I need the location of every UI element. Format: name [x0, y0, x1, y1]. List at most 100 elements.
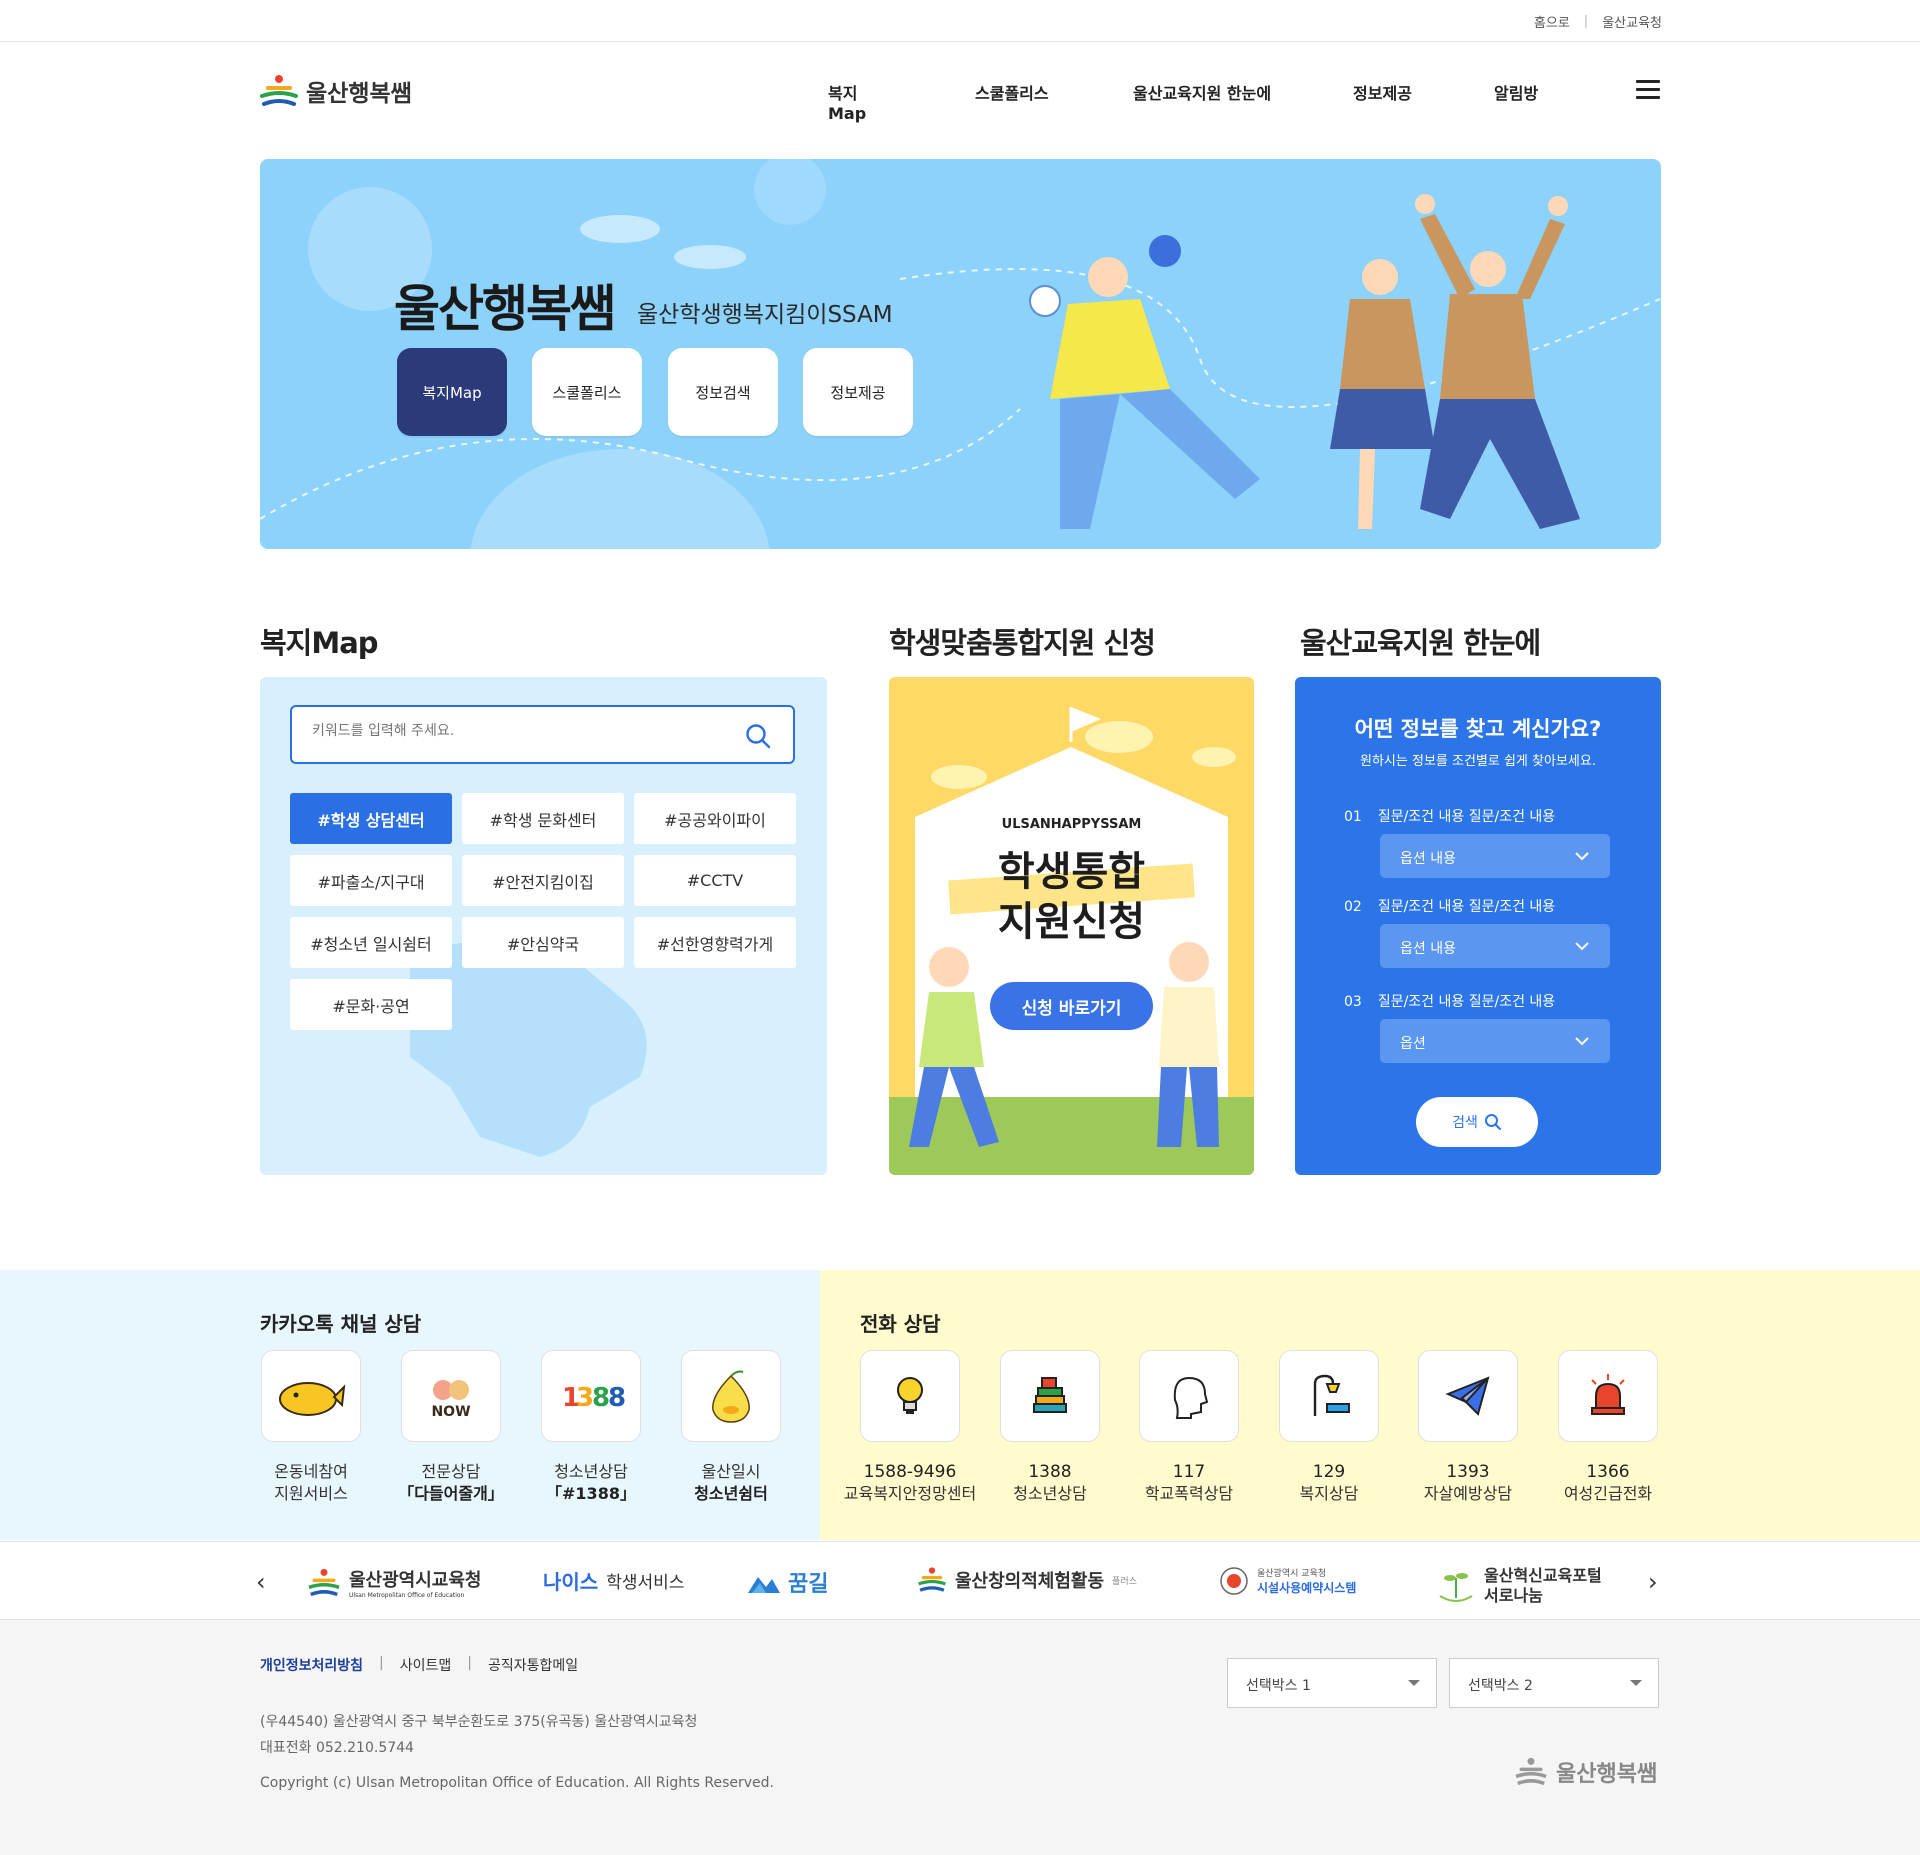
phone-number: 1366	[1586, 1462, 1630, 1482]
nav-support-overview[interactable]: 울산교육지원 한눈에	[1133, 80, 1271, 104]
tag-student-counseling[interactable]: #학생 상담센터	[290, 793, 452, 844]
pear-character-icon[interactable]	[681, 1350, 781, 1442]
tag-good-store[interactable]: #선한영향력가게	[634, 917, 796, 968]
tag-pharmacy[interactable]: #안심약국	[462, 917, 624, 968]
phone-item-6-label: 1366 여성긴급전화	[1533, 1461, 1683, 1505]
tag-police[interactable]: #파출소/지구대	[290, 855, 452, 906]
whale-icon[interactable]	[261, 1350, 361, 1442]
apply-heading-line2: 지원신청	[997, 899, 1146, 945]
phone-number: 1588-9496	[863, 1462, 957, 1482]
finder-select-2[interactable]: 옵션 내용	[1380, 924, 1610, 968]
tag-culture-show[interactable]: #문화·공연	[290, 979, 452, 1030]
tag-public-wifi[interactable]: #공공와이파이	[634, 793, 796, 844]
apply-cta-button[interactable]: 신청 바로가기	[990, 982, 1153, 1030]
row-label: 질문/조건 내용 질문/조건 내용	[1377, 994, 1556, 1010]
partner-creative-activity[interactable]: 울산창의적체험활동 플러스	[917, 1566, 1137, 1594]
official-mail-link[interactable]: 공직자통합메일	[488, 1655, 578, 1675]
1388-logo-icon[interactable]: 1388	[541, 1350, 641, 1442]
select-value: 선택박스 1	[1246, 1678, 1311, 1694]
partner-neis[interactable]: 나이스 학생서비스	[543, 1566, 684, 1595]
lamp-bed-icon[interactable]	[1279, 1350, 1379, 1442]
divider: |	[1583, 14, 1589, 29]
line1: 온동네참여	[274, 1462, 348, 1481]
privacy-policy-link[interactable]: 개인정보처리방침	[260, 1655, 363, 1675]
line2: 청소년쉼터	[694, 1484, 768, 1503]
tag-student-culture[interactable]: #학생 문화센터	[462, 793, 624, 844]
hero-button-info[interactable]: 정보제공	[803, 348, 913, 436]
footer-links: 개인정보처리방침 | 사이트맵 | 공직자통합메일	[260, 1655, 578, 1675]
phone-item-4-label: 129 복지상담	[1254, 1461, 1404, 1505]
hero-subtitle: 울산학생행복지킴이SSAM	[637, 302, 893, 328]
line2: 「다들어줄개」	[398, 1484, 504, 1503]
phone-label: 여성긴급전화	[1563, 1484, 1653, 1503]
select-value: 옵션 내용	[1400, 851, 1456, 867]
partner-text-block: 울산광역시 교육청 시설사용예약시스템	[1257, 1566, 1356, 1596]
phone-item-5-label: 1393 자살예방상담	[1393, 1461, 1543, 1505]
chevron-right-icon[interactable]: ›	[1648, 1568, 1658, 1596]
tag-safety-house[interactable]: #안전지킴이집	[462, 855, 624, 906]
nav-school-police[interactable]: 스쿨폴리스	[975, 80, 1049, 104]
partner-facility-booking[interactable]: 울산광역시 교육청 시설사용예약시스템	[1219, 1566, 1356, 1596]
select-value: 선택박스 2	[1468, 1678, 1533, 1694]
siren-icon[interactable]	[1558, 1350, 1658, 1442]
hamburger-menu-icon[interactable]	[1636, 80, 1660, 100]
apply-eng-label: ULSANHAPPYSSAM	[1001, 817, 1142, 832]
logo-mark-icon	[260, 75, 298, 106]
svg-text:8: 8	[608, 1383, 626, 1413]
chevron-left-icon[interactable]: ‹	[256, 1568, 266, 1596]
paper-plane-icon[interactable]	[1418, 1350, 1518, 1442]
finder-search-label: 검색	[1452, 1115, 1478, 1131]
nav-welfare-map[interactable]: 복지Map	[828, 80, 866, 123]
search-icon	[1484, 1114, 1501, 1130]
header: 울산행복쌤 복지Map 스쿨폴리스 울산교육지원 한눈에 정보제공 알림방	[0, 42, 1920, 142]
partner-innovation-portal[interactable]: 울산혁신교육포털 서로나눔	[1436, 1566, 1602, 1606]
map-search-input[interactable]	[312, 723, 712, 739]
page: 홈으로 | 울산교육청 울산행복쌤 복지Map 스쿨폴리스 울산교육지원 한눈에…	[0, 0, 1920, 1855]
partner-banner-bar: ‹ 울산광역시교육청 Ulsan Metropolitan Office of …	[0, 1541, 1920, 1620]
finder-select-3[interactable]: 옵션	[1380, 1019, 1610, 1063]
finder-select-1[interactable]: 옵션 내용	[1380, 834, 1610, 878]
sitemap-link[interactable]: 사이트맵	[400, 1655, 452, 1675]
partner-sub: Ulsan Metropolitan Office of Education	[349, 1592, 465, 1599]
books-icon[interactable]	[1000, 1350, 1100, 1442]
kakao-item-2-label: 전문상담 「다들어줄개」	[376, 1461, 526, 1505]
footer-logo-text: 울산행복쌤	[1556, 1762, 1658, 1787]
welfare-map-title: 복지Map	[260, 626, 379, 660]
footer-select-1[interactable]: 선택박스 1	[1227, 1658, 1437, 1708]
select-value: 옵션 내용	[1400, 941, 1456, 957]
partner-kkumgil[interactable]: 꿈길	[748, 1566, 828, 1598]
nav-notice[interactable]: 알림방	[1494, 80, 1538, 104]
phone-item-3-label: 117 학교폭력상담	[1114, 1461, 1264, 1505]
line1: 전문상담	[421, 1462, 481, 1481]
partner-ulsan-edu[interactable]: 울산광역시교육청 Ulsan Metropolitan Office of Ed…	[307, 1566, 481, 1599]
footer: 개인정보처리방침 | 사이트맵 | 공직자통합메일 선택박스 1 선택박스 2 …	[0, 1620, 1920, 1855]
line1: 울산일시	[701, 1462, 761, 1481]
site-logo[interactable]: 울산행복쌤	[260, 74, 412, 108]
apply-banner[interactable]: ULSANHAPPYSSAM 학생통합 지원신청 신청 바로가기	[889, 677, 1254, 1175]
phone-title: 전화 상담	[860, 1312, 941, 1336]
home-link[interactable]: 홈으로	[1534, 12, 1570, 31]
divider: |	[467, 1655, 473, 1671]
hero-button-info-search[interactable]: 정보검색	[668, 348, 778, 436]
finder-search-button[interactable]: 검색	[1416, 1097, 1538, 1147]
kakao-title: 카카오톡 채널 상담	[260, 1312, 422, 1336]
head-icon[interactable]	[1139, 1350, 1239, 1442]
footer-select-2[interactable]: 선택박스 2	[1449, 1658, 1659, 1708]
phone-label: 학교폭력상담	[1144, 1484, 1234, 1503]
office-link[interactable]: 울산교육청	[1602, 12, 1662, 31]
finder-question: 어떤 정보를 찾고 계신가요?	[1354, 717, 1602, 741]
svg-text:NOW: NOW	[431, 1404, 470, 1420]
finder-hint: 원하시는 정보를 조건별로 쉽게 찾아보세요.	[1360, 754, 1596, 769]
hero-button-welfare-map[interactable]: 복지Map	[397, 348, 507, 436]
partner-text-block: 울산광역시교육청 Ulsan Metropolitan Office of Ed…	[349, 1566, 481, 1599]
lightbulb-icon[interactable]	[860, 1350, 960, 1442]
nav-info[interactable]: 정보제공	[1353, 80, 1412, 104]
partner-text-block: 울산혁신교육포털 서로나눔	[1484, 1566, 1602, 1606]
now-logo-icon[interactable]: NOW	[401, 1350, 501, 1442]
hero-button-school-police[interactable]: 스쿨폴리스	[532, 348, 642, 436]
tag-cctv[interactable]: #CCTV	[634, 855, 796, 906]
footer-copyright: Copyright (c) Ulsan Metropolitan Office …	[260, 1775, 774, 1791]
search-icon[interactable]	[745, 723, 771, 749]
tag-youth-shelter[interactable]: #청소년 일시쉼터	[290, 917, 452, 968]
kkumgil-text: 꿈길	[788, 1572, 829, 1597]
